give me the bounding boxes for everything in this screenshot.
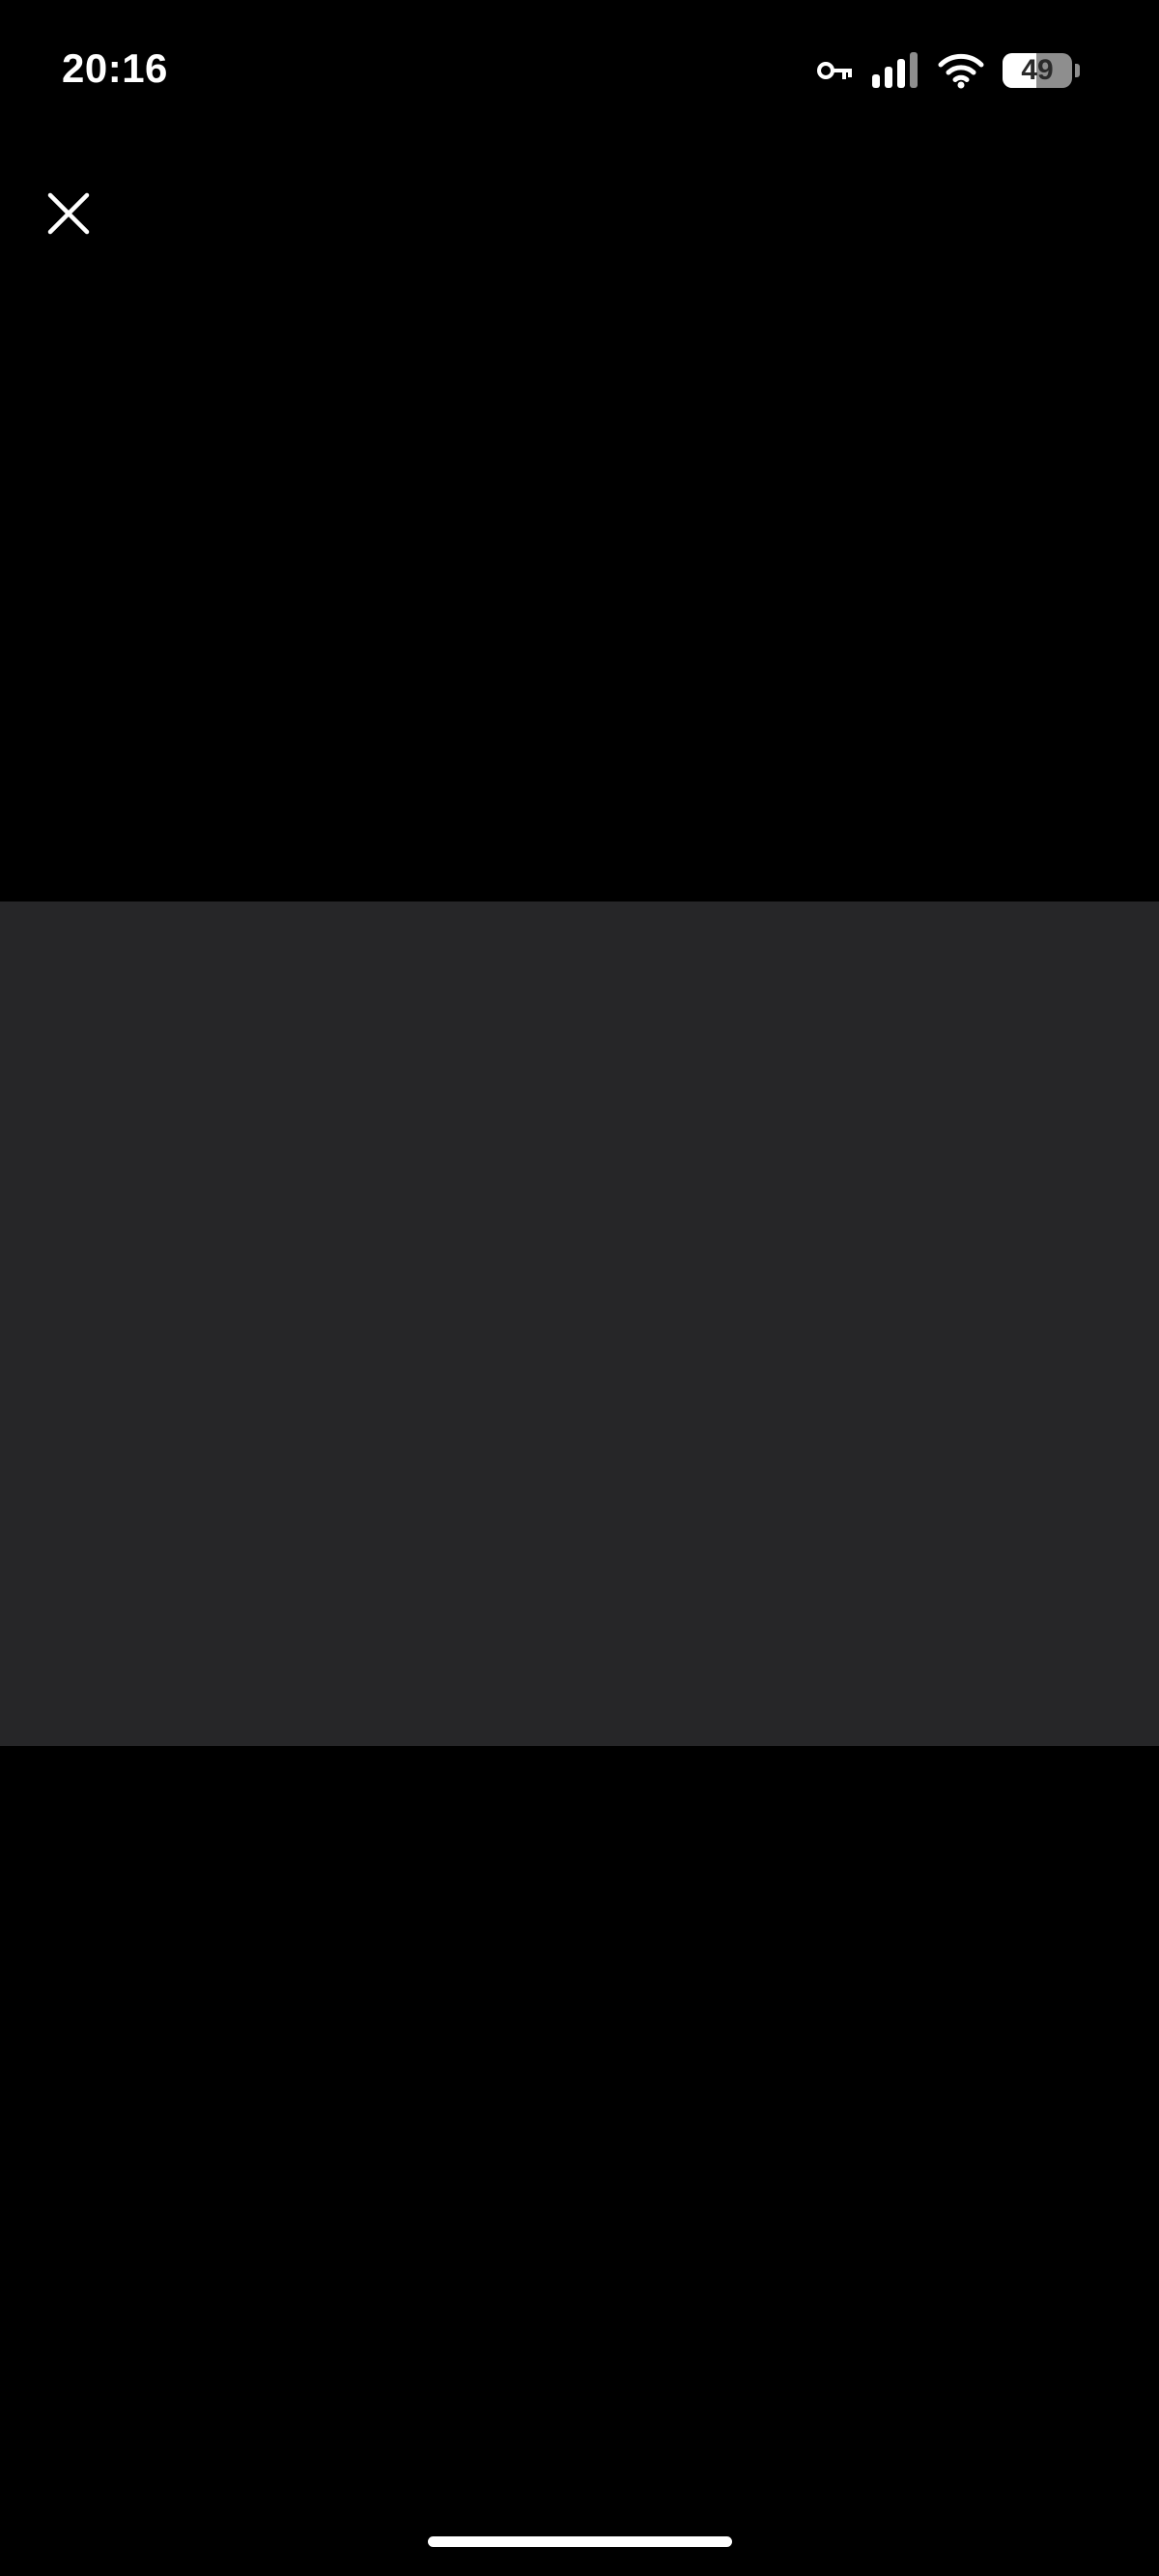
status-icons: 49 (817, 46, 1080, 95)
battery-cap (1075, 64, 1080, 77)
battery-body: 49 (1003, 53, 1072, 88)
wifi-icon (938, 53, 984, 89)
close-icon (47, 192, 90, 235)
vpn-key-icon (817, 62, 852, 79)
status-bar: 20:16 49 (0, 0, 1159, 135)
close-button[interactable] (35, 180, 102, 247)
battery-icon: 49 (1003, 51, 1080, 90)
cellular-signal-icon (872, 52, 918, 88)
battery-level: 49 (1021, 54, 1054, 86)
home-indicator[interactable] (428, 2536, 732, 2547)
media-placeholder[interactable] (0, 902, 1159, 1746)
status-time: 20:16 (62, 45, 168, 91)
